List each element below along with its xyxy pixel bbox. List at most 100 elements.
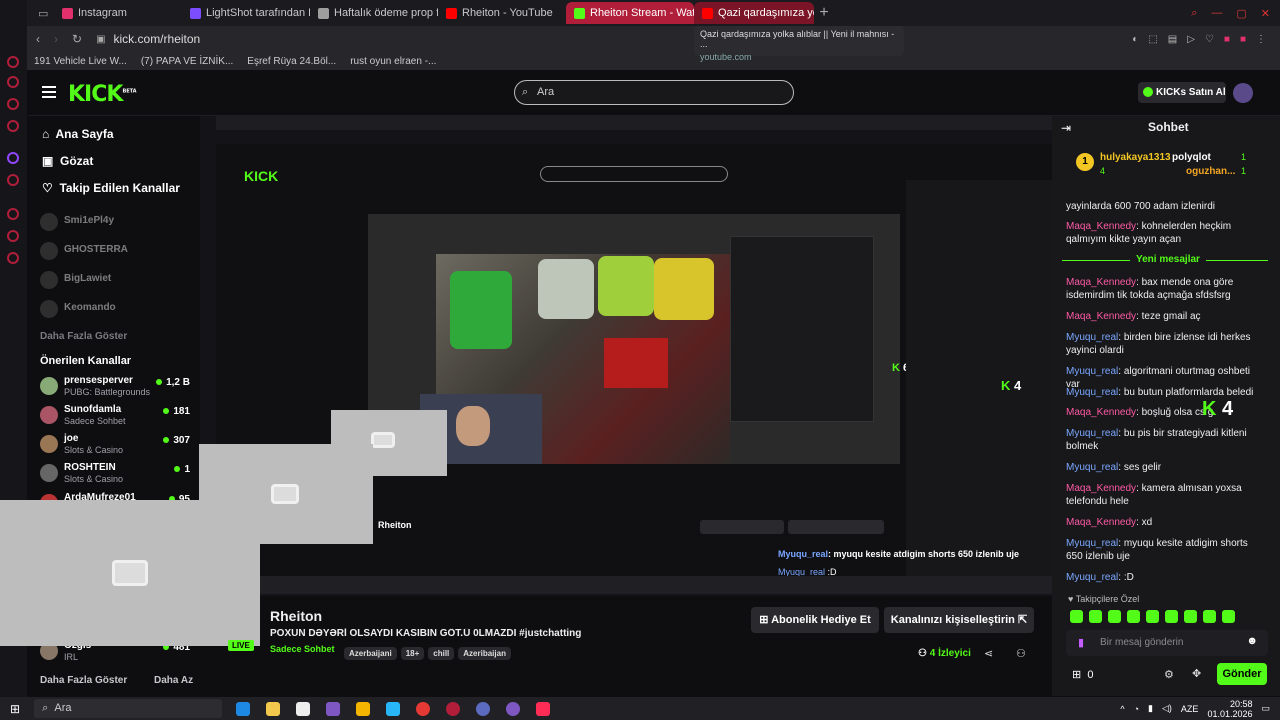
gifter[interactable]: oguzhan... <box>1186 166 1235 177</box>
handshake-icon[interactable]: ✥ <box>1192 667 1201 680</box>
recommended-channel[interactable]: Sunofdamla Sadece Sohbet 181 <box>40 404 190 428</box>
sidebar-whatsapp-icon[interactable] <box>7 98 19 110</box>
sidebar-instagram-icon[interactable] <box>7 120 19 132</box>
buy-kicks-button[interactable]: KICKs Satın Al <box>1138 82 1226 103</box>
taskbar-search[interactable]: ⌕ Ara <box>34 699 223 718</box>
collapse-chat-icon[interactable]: ⇥ <box>1061 121 1071 135</box>
microphone-icon[interactable]: ▮ <box>1078 636 1084 649</box>
sidebar-youtube-icon[interactable] <box>7 174 19 186</box>
add-user-icon[interactable]: ⚇ <box>1016 647 1026 660</box>
send-button[interactable]: Gönder <box>1217 663 1267 685</box>
emote[interactable] <box>1165 610 1178 623</box>
url-field[interactable]: kick.com/rheiton <box>114 32 201 46</box>
tag[interactable]: 18+ <box>400 647 425 660</box>
search-input[interactable]: ⌕ Ara <box>514 80 794 105</box>
extension-icon[interactable]: ⬚ <box>1148 34 1157 45</box>
followed-channel[interactable]: GHOSTERRA <box>40 240 190 264</box>
tab-lightshot[interactable]: LightShot tarafından Ekra <box>182 2 310 24</box>
edge-icon[interactable] <box>236 701 251 716</box>
emote[interactable] <box>1203 610 1216 623</box>
followed-channel[interactable]: Smi1ePl4y <box>40 211 190 235</box>
folder-icon[interactable] <box>356 701 371 716</box>
show-more-link[interactable]: Daha Fazla Göster <box>40 675 127 686</box>
recommended-channel[interactable]: ROSHTEIN Slots & Casino 1 <box>40 462 190 486</box>
sidebar-home-icon[interactable] <box>7 56 19 68</box>
emoji-icon[interactable]: ☻ <box>1246 635 1258 647</box>
avatar[interactable] <box>1233 83 1253 103</box>
copilot-icon[interactable] <box>326 701 341 716</box>
chevron-up-icon[interactable]: ^ <box>1120 704 1124 714</box>
kick-logo[interactable]: KICKBETA <box>68 82 137 107</box>
tab-instagram[interactable]: Instagram <box>54 2 182 24</box>
hamburger-menu-icon[interactable] <box>42 86 56 98</box>
tab-overview-icon[interactable]: ▭ <box>38 7 54 20</box>
store-icon[interactable] <box>266 701 281 716</box>
extension-pink-icon[interactable]: ■ <box>1240 34 1246 45</box>
recommended-channel[interactable]: joe Slots & Casino 307 <box>40 433 190 457</box>
language-indicator[interactable]: AZE <box>1181 704 1199 714</box>
emote[interactable] <box>1089 610 1102 623</box>
sidebar-history-icon[interactable] <box>7 208 19 220</box>
tab-youtube[interactable]: Rheiton - YouTube <box>438 2 566 24</box>
nav-following[interactable]: ♡ Takip Edilen Kanallar <box>42 181 180 195</box>
bookmark-3[interactable]: Eşref Rüya 24.Böl... <box>247 56 336 67</box>
top-gifter[interactable]: hulyakaya1313 <box>1100 152 1171 163</box>
minimize-icon[interactable]: — <box>1211 7 1222 20</box>
emote[interactable] <box>1108 610 1121 623</box>
nav-home[interactable]: ⌂ Ana Sayfa <box>42 127 114 141</box>
notification-icon[interactable]: ▭ <box>1261 703 1270 714</box>
followed-channel[interactable]: BigLawiet <box>40 269 190 293</box>
app-icon[interactable] <box>476 701 491 716</box>
bookmark-2[interactable]: (7) PAPA VE İZNİK... <box>141 56 233 67</box>
wallet-icon[interactable]: ▤ <box>1168 34 1177 45</box>
bookmark-1[interactable]: 191 Vehicle Live W... <box>34 56 127 67</box>
tab-kick-stream[interactable]: Rheiton Stream - Watch L <box>566 2 694 24</box>
menu-dots-icon[interactable]: ⋮ <box>1256 34 1266 45</box>
show-less-link[interactable]: Daha Az <box>154 675 193 686</box>
volume-icon[interactable]: ◁) <box>1162 703 1172 714</box>
new-tab-icon[interactable]: + <box>814 4 834 22</box>
emote[interactable] <box>1146 610 1159 623</box>
reload-icon[interactable]: ↻ <box>72 32 82 46</box>
emote[interactable] <box>1070 610 1083 623</box>
maximize-icon[interactable]: ▢ <box>1236 7 1246 20</box>
tab-prop-firm[interactable]: Haftalık ödeme prop firma <box>310 2 438 24</box>
windows-start-icon[interactable]: ⊞ <box>10 702 20 716</box>
points[interactable]: ⊞ 0 <box>1072 668 1093 681</box>
stream-category[interactable]: Sadece Sohbet <box>270 644 335 654</box>
channel-name[interactable]: Rheiton <box>270 608 322 624</box>
show-more-link[interactable]: Daha Fazla Göster <box>40 331 127 342</box>
discord-icon[interactable] <box>506 701 521 716</box>
emote[interactable] <box>1127 610 1140 623</box>
chat-input[interactable]: ▮ Bir mesaj gönderin ☻ <box>1066 630 1268 656</box>
sidebar-twitch-icon[interactable] <box>7 152 19 164</box>
search-tabs-icon[interactable]: ⌕ <box>1191 7 1197 20</box>
chrome-icon[interactable] <box>416 701 431 716</box>
play-icon[interactable]: ▷ <box>1187 34 1195 45</box>
emote[interactable] <box>1184 610 1197 623</box>
gifter[interactable]: polyqlot <box>1172 152 1211 163</box>
tab-qazi[interactable]: Qazi qardaşımıza yolka✕ <box>694 2 814 24</box>
bookmark-4[interactable]: rust oyun elraen -... <box>350 56 436 67</box>
snapshot-icon[interactable]: ◐ <box>1132 34 1138 45</box>
followed-channel[interactable]: Keomando <box>40 298 190 322</box>
sidebar-settings-icon[interactable] <box>7 252 19 264</box>
telegram-icon[interactable] <box>386 701 401 716</box>
forward-icon[interactable]: › <box>54 32 58 46</box>
sidebar-bookmarks-icon[interactable] <box>7 230 19 242</box>
recommended-channel[interactable]: prensesperver PUBG: Battlegrounds 1,2 B <box>40 375 190 399</box>
share-icon[interactable]: ⋖ <box>984 647 993 660</box>
back-icon[interactable]: ‹ <box>36 32 40 46</box>
heart-icon[interactable]: ♡ <box>1205 34 1214 45</box>
tag[interactable]: Azeribaijan <box>458 647 511 660</box>
settings-icon[interactable]: ⚙ <box>1164 668 1174 681</box>
emote[interactable] <box>1222 610 1235 623</box>
nav-browse[interactable]: ▣ Gözat <box>42 154 93 168</box>
app-icon[interactable] <box>296 701 311 716</box>
network-icon[interactable]: ◔ <box>1134 704 1139 714</box>
extension-red-icon[interactable]: ■ <box>1224 34 1230 45</box>
tag[interactable]: chill <box>428 647 455 660</box>
sidebar-ai-icon[interactable] <box>7 76 19 88</box>
customize-channel-button[interactable]: Kanalınızı kişiselleştirin ⇱ <box>884 607 1034 633</box>
close-window-icon[interactable]: ✕ <box>1261 7 1270 20</box>
